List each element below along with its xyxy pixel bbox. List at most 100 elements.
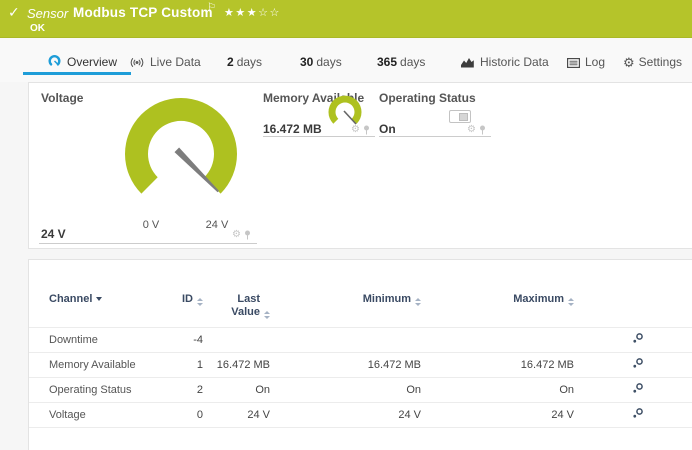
gear-icon[interactable]: ⚙ xyxy=(232,230,241,240)
channel-last-value xyxy=(211,327,278,352)
priority-stars[interactable]: ★★★☆☆ xyxy=(224,6,281,19)
channel-id: 1 xyxy=(177,352,211,377)
stars-empty: ☆☆ xyxy=(258,6,281,19)
tab-overview[interactable]: Overview xyxy=(47,55,117,75)
channel-id: 0 xyxy=(177,402,211,427)
gauge-scale-min: 0 V xyxy=(134,219,168,231)
tab-label: days xyxy=(400,55,425,69)
pin-icon[interactable] xyxy=(363,125,370,135)
gear-icon[interactable]: ⚙ xyxy=(467,125,476,135)
pin-icon[interactable] xyxy=(244,230,251,240)
tab-settings[interactable]: ⚙ Settings xyxy=(623,55,682,75)
flag-icon[interactable]: ⚐ xyxy=(207,2,216,13)
toggle-knob xyxy=(459,113,468,121)
channel-settings-icon[interactable] xyxy=(632,332,644,347)
gauge-scale-max: 24 V xyxy=(197,219,237,231)
channels-panel: Channel ID Last Value Minimum Maximum Do… xyxy=(28,259,692,450)
tab-number: 365 xyxy=(377,55,397,69)
tab-label: Live Data xyxy=(150,55,201,69)
toggle-switch-icon xyxy=(449,110,471,123)
active-tab-underline xyxy=(23,72,131,75)
sort-icon xyxy=(415,298,421,306)
sensor-status-text: OK xyxy=(30,23,45,34)
tab-label: Settings xyxy=(639,55,682,69)
tab-bar: Overview Live Data 2days 30days 365days … xyxy=(0,38,692,82)
table-row: Memory Available 1 16.472 MB 16.472 MB 1… xyxy=(29,352,692,377)
channel-id: -4 xyxy=(177,327,211,352)
channel-id: 2 xyxy=(177,377,211,402)
operating-status-label: Operating Status xyxy=(379,91,476,105)
memory-underline xyxy=(263,136,375,137)
channel-maximum: 16.472 MB xyxy=(429,352,582,377)
sort-desc-icon xyxy=(96,297,102,301)
table-row: Operating Status 2 On On On xyxy=(29,377,692,402)
memory-current-value: 16.472 MB xyxy=(263,122,322,136)
column-header-id[interactable]: ID xyxy=(177,287,211,327)
channel-settings-icon[interactable] xyxy=(632,407,644,422)
channel-name[interactable]: Downtime xyxy=(29,327,177,352)
channel-name[interactable]: Memory Available xyxy=(29,352,177,377)
prtg-sensor-page: ✓ Sensor Modbus TCP Custom ⚐ ★★★☆☆ OK Ov… xyxy=(0,0,692,450)
voltage-gauge-label: Voltage xyxy=(41,91,83,105)
table-header-row: Channel ID Last Value Minimum Maximum xyxy=(29,287,692,327)
broadcast-icon xyxy=(129,57,145,71)
column-header-maximum[interactable]: Maximum xyxy=(429,287,582,327)
status-check-icon: ✓ xyxy=(8,5,20,21)
channel-name[interactable]: Operating Status xyxy=(29,377,177,402)
channel-maximum: 24 V xyxy=(429,402,582,427)
tab-label: Overview xyxy=(67,55,117,69)
sensor-title: Modbus TCP Custom xyxy=(73,5,213,20)
channel-minimum: On xyxy=(278,377,429,402)
area-chart-icon xyxy=(460,57,475,71)
tab-label: Historic Data xyxy=(480,55,549,69)
table-row: Downtime -4 xyxy=(29,327,692,352)
tab-live-data[interactable]: Live Data xyxy=(129,55,201,75)
voltage-channel-actions: ⚙ xyxy=(232,230,251,240)
sort-icon xyxy=(197,298,203,306)
tab-historic-data[interactable]: Historic Data xyxy=(460,55,549,75)
sensor-status-bar: ✓ Sensor Modbus TCP Custom ⚐ ★★★☆☆ OK xyxy=(0,0,692,38)
voltage-gauge xyxy=(119,97,243,221)
channel-minimum xyxy=(278,327,429,352)
tab-2-days[interactable]: 2days xyxy=(227,55,262,75)
channel-name[interactable]: Voltage xyxy=(29,402,177,427)
gear-icon: ⚙ xyxy=(623,56,635,71)
channel-minimum: 16.472 MB xyxy=(278,352,429,377)
tab-365-days[interactable]: 365days xyxy=(377,55,425,75)
gauge-arc xyxy=(125,98,237,194)
tab-30-days[interactable]: 30days xyxy=(300,55,342,75)
gauge-icon xyxy=(47,55,62,71)
channel-settings-icon[interactable] xyxy=(632,357,644,372)
channel-last-value: 24 V xyxy=(211,402,278,427)
column-header-channel[interactable]: Channel xyxy=(29,287,177,327)
channel-maximum xyxy=(429,327,582,352)
column-header-minimum[interactable]: Minimum xyxy=(278,287,429,327)
voltage-underline xyxy=(39,243,257,244)
memory-channel-actions: ⚙ xyxy=(351,125,370,135)
tab-number: 2 xyxy=(227,55,234,69)
sort-icon xyxy=(568,298,574,306)
gear-icon[interactable]: ⚙ xyxy=(351,125,360,135)
object-kind-label: Sensor xyxy=(27,6,68,21)
tab-number: 30 xyxy=(300,55,313,69)
tab-label: Log xyxy=(585,55,605,69)
gauges-panel: Voltage 0 V 24 V 24 V ⚙ Memory Available… xyxy=(28,82,692,249)
gauge-arc xyxy=(329,96,362,124)
voltage-current-value: 24 V xyxy=(41,227,66,241)
channel-last-value: 16.472 MB xyxy=(211,352,278,377)
channel-last-value: On xyxy=(211,377,278,402)
tab-label: days xyxy=(237,55,262,69)
column-header-last-value[interactable]: Last Value xyxy=(211,287,278,327)
column-header-actions xyxy=(582,287,692,327)
tab-log[interactable]: Log xyxy=(567,55,605,75)
channel-maximum: On xyxy=(429,377,582,402)
pin-icon[interactable] xyxy=(479,125,486,135)
stars-filled: ★★★ xyxy=(224,6,258,19)
operating-channel-actions: ⚙ xyxy=(467,125,486,135)
log-list-icon xyxy=(567,57,580,71)
tab-label: days xyxy=(316,55,341,69)
sort-icon xyxy=(264,311,270,319)
channel-settings-icon[interactable] xyxy=(632,382,644,397)
channel-minimum: 24 V xyxy=(278,402,429,427)
channel-table: Channel ID Last Value Minimum Maximum Do… xyxy=(29,287,692,428)
